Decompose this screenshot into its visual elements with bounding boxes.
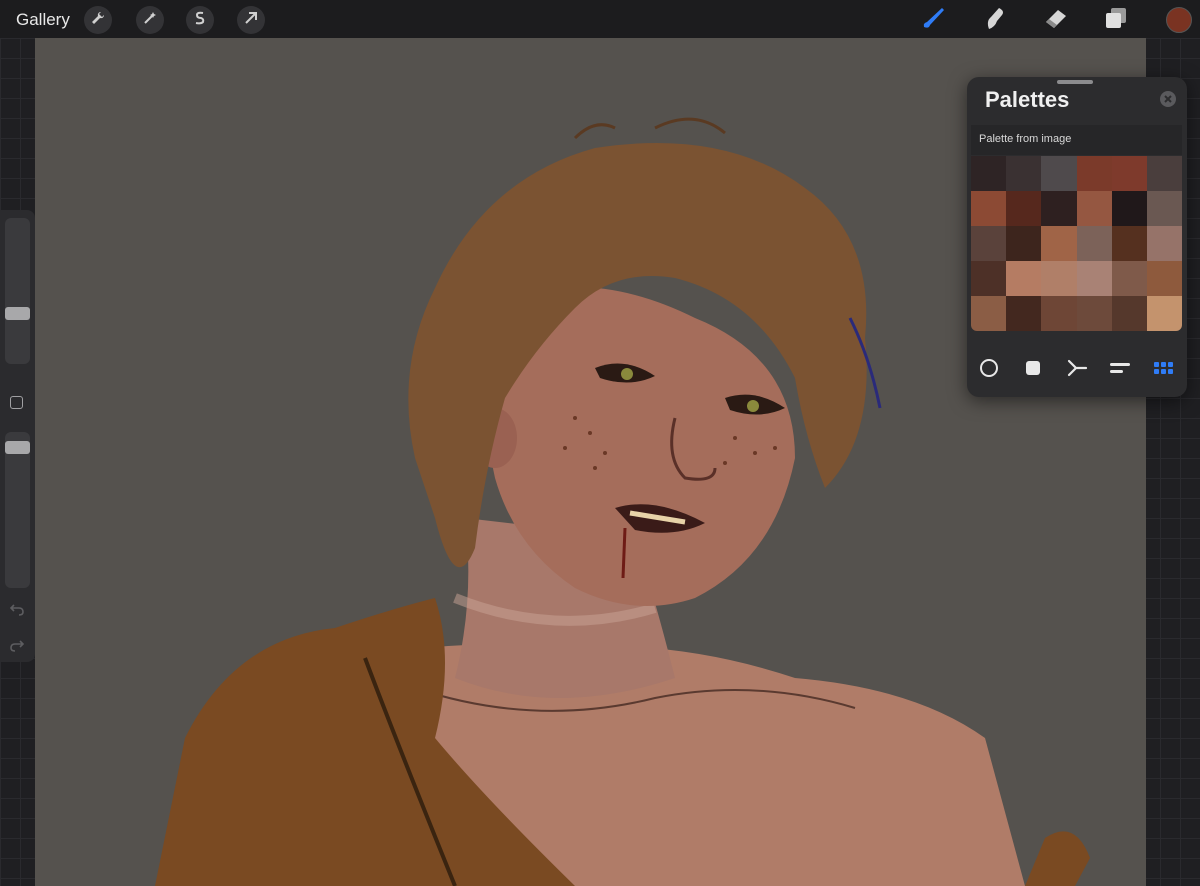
wrench-icon: [90, 10, 106, 31]
palette-swatch[interactable]: [1041, 191, 1077, 226]
palettes-mode-icon: [1154, 362, 1173, 374]
palette-name: Palette from image: [979, 133, 1072, 145]
close-icon: [1160, 91, 1176, 107]
palette-swatch[interactable]: [1111, 156, 1147, 191]
redo-icon: [10, 640, 25, 652]
palette-swatch[interactable]: [1076, 156, 1112, 191]
color-mode-tabs: [967, 353, 1187, 389]
palette-swatch[interactable]: [1111, 191, 1147, 226]
palette-swatch[interactable]: [1146, 156, 1182, 191]
palette-swatch[interactable]: [971, 226, 1007, 261]
classic-mode-icon: [1026, 361, 1040, 375]
palette-header[interactable]: Palette from image: [971, 125, 1182, 155]
palette-swatch[interactable]: [971, 191, 1007, 226]
top-toolbar: Gallery: [0, 0, 1200, 38]
panel-drag-handle[interactable]: [1057, 80, 1093, 84]
palette-swatch[interactable]: [1076, 191, 1112, 226]
selection-button[interactable]: [186, 6, 214, 34]
palette-swatch[interactable]: [1076, 226, 1112, 261]
tab-classic[interactable]: [1018, 353, 1048, 383]
palette-swatch[interactable]: [1041, 261, 1077, 296]
brush-size-slider[interactable]: [5, 218, 30, 364]
opacity-slider[interactable]: [5, 432, 30, 588]
modify-button[interactable]: [10, 396, 23, 409]
palette-swatch-grid: [971, 156, 1182, 331]
disc-mode-icon: [980, 359, 998, 377]
left-sidebar: [0, 210, 35, 662]
tab-palettes[interactable]: [1149, 353, 1179, 383]
smudge-tool-button[interactable]: [979, 5, 1009, 35]
palette-swatch[interactable]: [1006, 156, 1042, 191]
layers-icon: [1103, 5, 1129, 36]
palette-swatch[interactable]: [1006, 296, 1042, 331]
brush-size-slider-handle[interactable]: [5, 307, 30, 320]
layers-button[interactable]: [1101, 5, 1131, 35]
panel-title: Palettes: [985, 87, 1070, 112]
value-mode-icon: [1110, 363, 1130, 373]
tab-disc[interactable]: [974, 353, 1004, 383]
palette-swatch[interactable]: [1111, 296, 1147, 331]
paint-tool-button[interactable]: [918, 5, 948, 35]
close-panel-button[interactable]: [1160, 91, 1176, 112]
arrow-cursor-icon: [243, 10, 259, 31]
palette-swatch[interactable]: [1041, 226, 1077, 261]
palettes-panel: Palettes Palette from image: [967, 77, 1187, 397]
brush-icon: [920, 5, 946, 36]
palette-swatch[interactable]: [971, 261, 1007, 296]
palette-swatch[interactable]: [1146, 261, 1182, 296]
eraser-icon: [1043, 5, 1069, 36]
tab-value[interactable]: [1105, 353, 1135, 383]
adjustments-button[interactable]: [136, 6, 164, 34]
palette-swatch[interactable]: [1111, 261, 1147, 296]
palette-swatch[interactable]: [1076, 296, 1112, 331]
opacity-slider-handle[interactable]: [5, 441, 30, 454]
harmony-mode-icon: [1067, 359, 1088, 377]
magic-wand-icon: [142, 10, 158, 31]
palette-swatch[interactable]: [1076, 261, 1112, 296]
palette-swatch[interactable]: [1006, 261, 1042, 296]
smudge-icon: [981, 5, 1007, 36]
tab-harmony[interactable]: [1062, 353, 1092, 383]
palette-swatch[interactable]: [971, 296, 1007, 331]
palette-swatch[interactable]: [1041, 156, 1077, 191]
palette-swatch[interactable]: [971, 156, 1007, 191]
palette-swatch[interactable]: [1146, 226, 1182, 261]
gallery-button[interactable]: Gallery: [16, 10, 70, 30]
transform-button[interactable]: [237, 6, 265, 34]
undo-icon: [9, 604, 24, 616]
current-color-button[interactable]: [1166, 7, 1192, 33]
eraser-tool-button[interactable]: [1041, 5, 1071, 35]
palette-swatch[interactable]: [1006, 191, 1042, 226]
palette-swatch[interactable]: [1146, 296, 1182, 331]
redo-button[interactable]: [9, 638, 25, 656]
palette-swatch[interactable]: [1006, 226, 1042, 261]
selection-s-icon: [192, 10, 208, 31]
palette-swatch[interactable]: [1146, 191, 1182, 226]
actions-button[interactable]: [84, 6, 112, 34]
palette-swatch[interactable]: [1111, 226, 1147, 261]
undo-button[interactable]: [9, 602, 25, 620]
palette-swatch[interactable]: [1041, 296, 1077, 331]
